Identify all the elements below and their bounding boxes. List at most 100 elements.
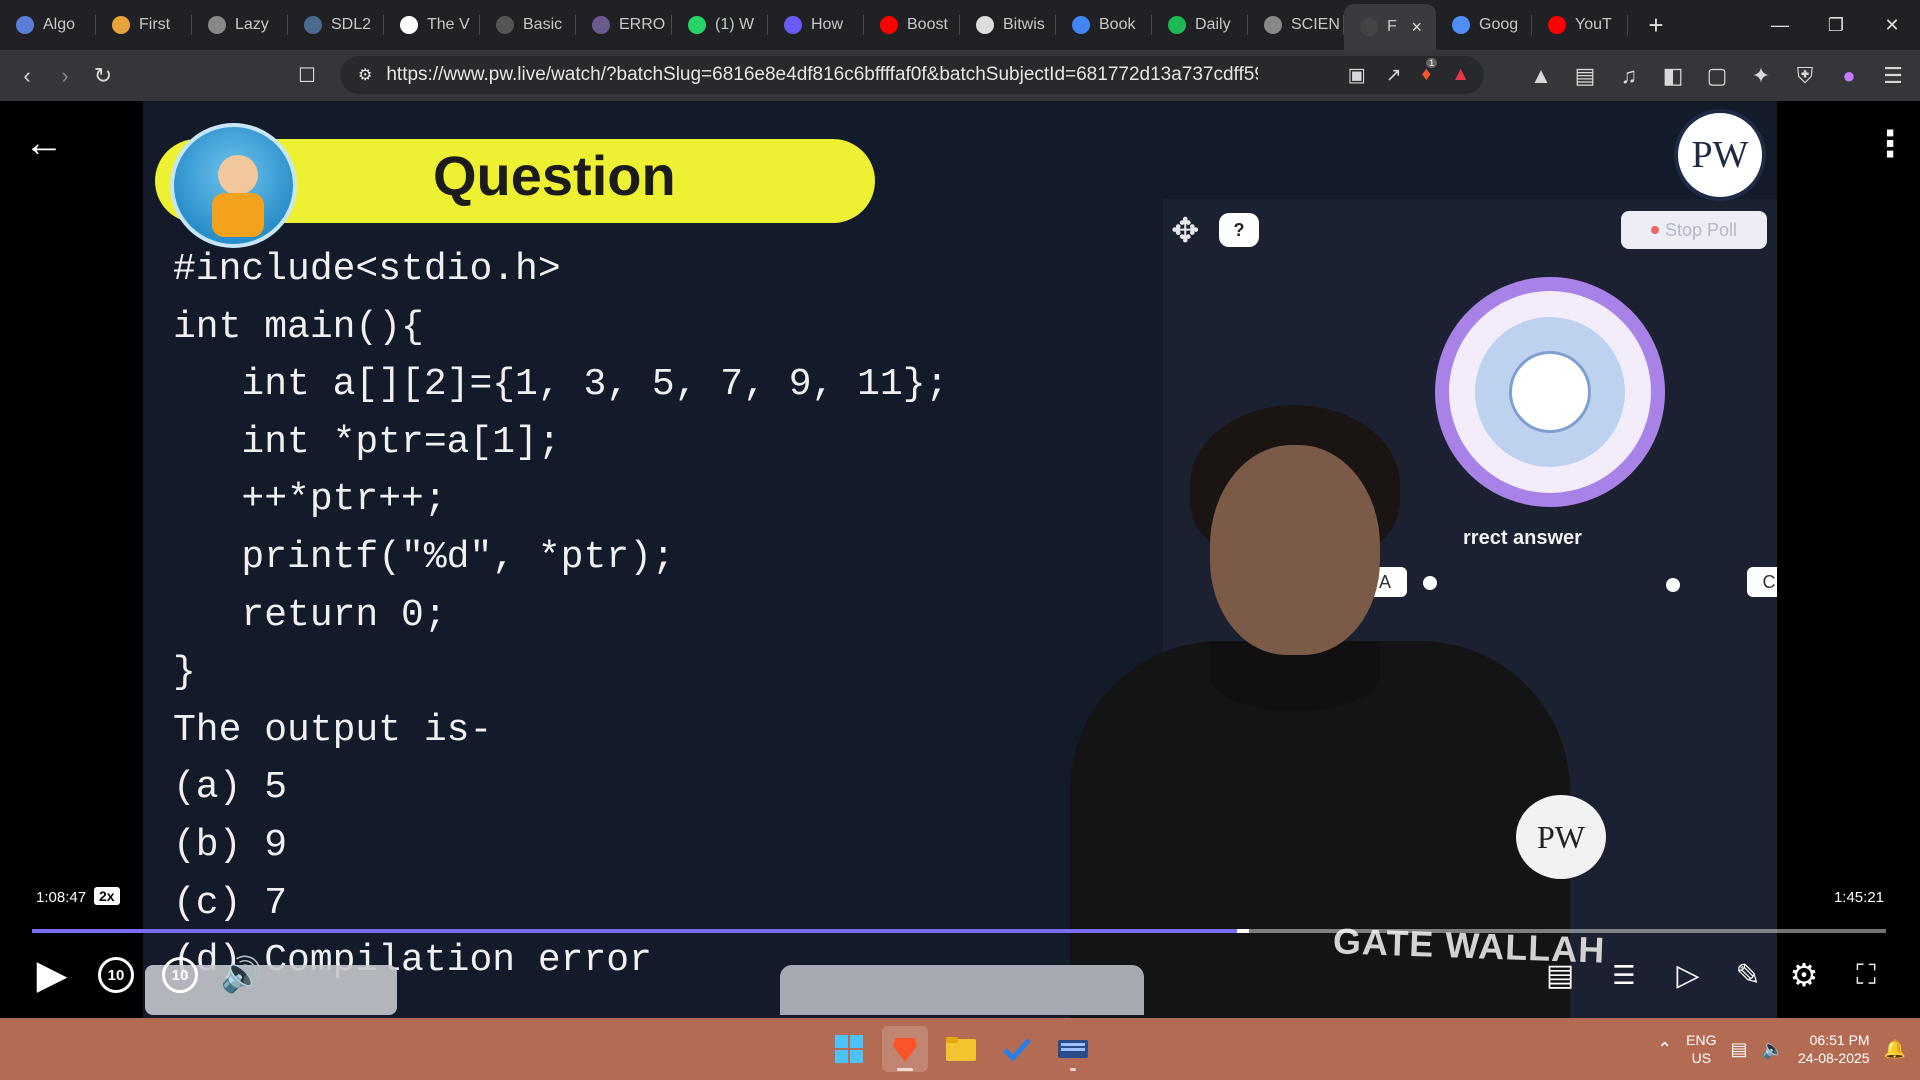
- network-icon[interactable]: ▤: [1731, 1039, 1748, 1060]
- reload-icon[interactable]: ↻: [84, 57, 122, 95]
- seek-bar[interactable]: [32, 929, 1886, 933]
- media-icon[interactable]: ♫: [1610, 57, 1648, 95]
- code-block: #include<stdio.h> int main(){ int a[][2]=…: [173, 241, 948, 990]
- browser-tab[interactable]: F ×: [1344, 4, 1436, 50]
- stop-poll-button[interactable]: Stop Poll: [1621, 211, 1767, 249]
- system-tray: ⌃ ENG US ▤ 🔈 06:51 PM 24-08-2025 🔔: [1657, 1018, 1906, 1080]
- file-explorer-icon[interactable]: [938, 1026, 984, 1072]
- language-indicator[interactable]: ENG US: [1686, 1031, 1716, 1067]
- buffered-bar: [1236, 929, 1250, 933]
- playback-speed-badge[interactable]: 2x: [94, 887, 120, 905]
- show-hidden-icons-icon[interactable]: ⌃: [1657, 1039, 1672, 1060]
- browser-tab[interactable]: Basic: [480, 0, 576, 50]
- sdl-icon: [304, 16, 322, 34]
- close-window-icon[interactable]: ✕: [1864, 0, 1920, 50]
- browser-tab[interactable]: First: [96, 0, 192, 50]
- tab-label: How: [811, 16, 844, 33]
- tab-label: F: [1387, 18, 1397, 35]
- site-settings-icon[interactable]: ⚙: [358, 65, 372, 85]
- keyboard-icon[interactable]: [1050, 1026, 1096, 1072]
- address-bar[interactable]: ⚙ https://www.pw.live/watch/?batchSlug=6…: [340, 56, 1484, 94]
- browser-tab[interactable]: Daily: [1152, 0, 1248, 50]
- browser-tab[interactable]: ERRO: [576, 0, 672, 50]
- restore-icon[interactable]: ❐: [1808, 0, 1864, 50]
- stop-poll-label: Stop Poll: [1664, 219, 1738, 240]
- install-app-icon[interactable]: ▣: [1348, 64, 1366, 87]
- brave-shields-icon[interactable]: ♦ 1: [1421, 57, 1438, 87]
- youtube-icon: [880, 16, 898, 34]
- tab-label: Daily: [1195, 16, 1231, 33]
- option-a-radio[interactable]: [1423, 576, 1437, 590]
- back-arrow-icon[interactable]: ←: [24, 121, 64, 166]
- bookmark-icon[interactable]: ☐: [288, 56, 326, 94]
- fullscreen-icon[interactable]: ⛶: [1842, 951, 1890, 999]
- w3-icon: [400, 16, 418, 34]
- bookmark-icon: [784, 16, 802, 34]
- option-c-radio[interactable]: [1666, 578, 1680, 592]
- brave-browser-icon[interactable]: [882, 1026, 928, 1072]
- forward-10-icon: 10: [162, 957, 198, 993]
- browser-tab[interactable]: Goog: [1436, 0, 1532, 50]
- help-icon[interactable]: ?: [1219, 213, 1259, 247]
- video-player[interactable]: Question #include<stdio.h> int main(){ in…: [0, 101, 1920, 1018]
- vpn-icon[interactable]: ⛨: [1786, 57, 1824, 95]
- minimize-icon[interactable]: —: [1752, 0, 1808, 50]
- question-title: Question: [433, 144, 676, 207]
- video-frame: Question #include<stdio.h> int main(){ in…: [143, 101, 1777, 1018]
- browser-tab[interactable]: (1) W: [672, 0, 768, 50]
- play-icon[interactable]: ▶: [28, 951, 76, 999]
- reader-icon[interactable]: ▤: [1566, 57, 1604, 95]
- chat-icon[interactable]: ▤: [1536, 951, 1584, 999]
- close-tab-icon[interactable]: ×: [1411, 17, 1422, 38]
- dev-icon: [496, 16, 514, 34]
- tab-label: YouT: [1575, 16, 1612, 33]
- tab-label: ERRO: [619, 16, 666, 33]
- notes-icon[interactable]: ✎: [1724, 951, 1772, 999]
- profile-icon[interactable]: ●: [1830, 57, 1868, 95]
- todo-icon[interactable]: [994, 1026, 1040, 1072]
- window-controls: — ❐ ✕: [1752, 0, 1920, 50]
- leo-ai-icon[interactable]: ✦: [1742, 57, 1780, 95]
- share-icon[interactable]: ↗: [1386, 64, 1402, 87]
- shirt-logo: PW: [1516, 795, 1606, 879]
- forward-icon[interactable]: ›: [46, 57, 84, 95]
- clock[interactable]: 06:51 PM 24-08-2025: [1798, 1031, 1870, 1067]
- settings-icon[interactable]: ⚙: [1780, 951, 1828, 999]
- sidebar-icon[interactable]: ◧: [1654, 57, 1692, 95]
- browser-tab[interactable]: The V: [384, 0, 480, 50]
- move-icon[interactable]: ✥: [1171, 211, 1200, 251]
- translate-icon[interactable]: ☰: [1600, 951, 1648, 999]
- browser-tab[interactable]: How: [768, 0, 864, 50]
- tab-strip: Algo First Lazy SDL2 The V Basic ERRO (1) W How B…: [0, 0, 1920, 50]
- start-icon[interactable]: [826, 1026, 872, 1072]
- taskbar-apps: [826, 1026, 1096, 1072]
- poll-option-c[interactable]: C: [1747, 567, 1777, 597]
- browser-tab[interactable]: Boost: [864, 0, 960, 50]
- recording-dot-icon: [1650, 226, 1659, 234]
- tab-label: SCIEN: [1291, 16, 1340, 33]
- speaker-icon[interactable]: 🔈: [1762, 1039, 1784, 1060]
- wallet-icon[interactable]: ▢: [1698, 57, 1736, 95]
- menu-icon[interactable]: ☰: [1874, 57, 1912, 95]
- rewind-10-button[interactable]: 10: [92, 951, 140, 999]
- volume-icon[interactable]: 🔊: [218, 951, 266, 999]
- browser-tab[interactable]: Bitwis: [960, 0, 1056, 50]
- extensions-icon[interactable]: ▲: [1522, 57, 1560, 95]
- browser-tab[interactable]: SDL2: [288, 0, 384, 50]
- browser-tab[interactable]: SCIEN: [1248, 0, 1344, 50]
- code-line: (a) 5: [173, 766, 288, 810]
- brave-rewards-icon[interactable]: ▲: [1451, 64, 1470, 87]
- forward-10-button[interactable]: 10: [156, 951, 204, 999]
- browser-tab[interactable]: Lazy: [192, 0, 288, 50]
- new-tab-button[interactable]: +: [1636, 0, 1676, 50]
- globe-icon: [208, 16, 226, 34]
- miniplayer-icon[interactable]: ▷: [1664, 951, 1712, 999]
- browser-tab[interactable]: Algo: [0, 0, 96, 50]
- browser-tab[interactable]: YouT: [1532, 0, 1628, 50]
- tab-label: Basic: [523, 16, 563, 33]
- clock-time: 06:51 PM: [1809, 1032, 1870, 1048]
- back-icon[interactable]: ‹: [8, 57, 46, 95]
- browser-tab[interactable]: Book: [1056, 0, 1152, 50]
- notification-bell-icon[interactable]: 🔔: [1884, 1039, 1906, 1060]
- more-options-icon[interactable]: ⋮: [1872, 123, 1908, 165]
